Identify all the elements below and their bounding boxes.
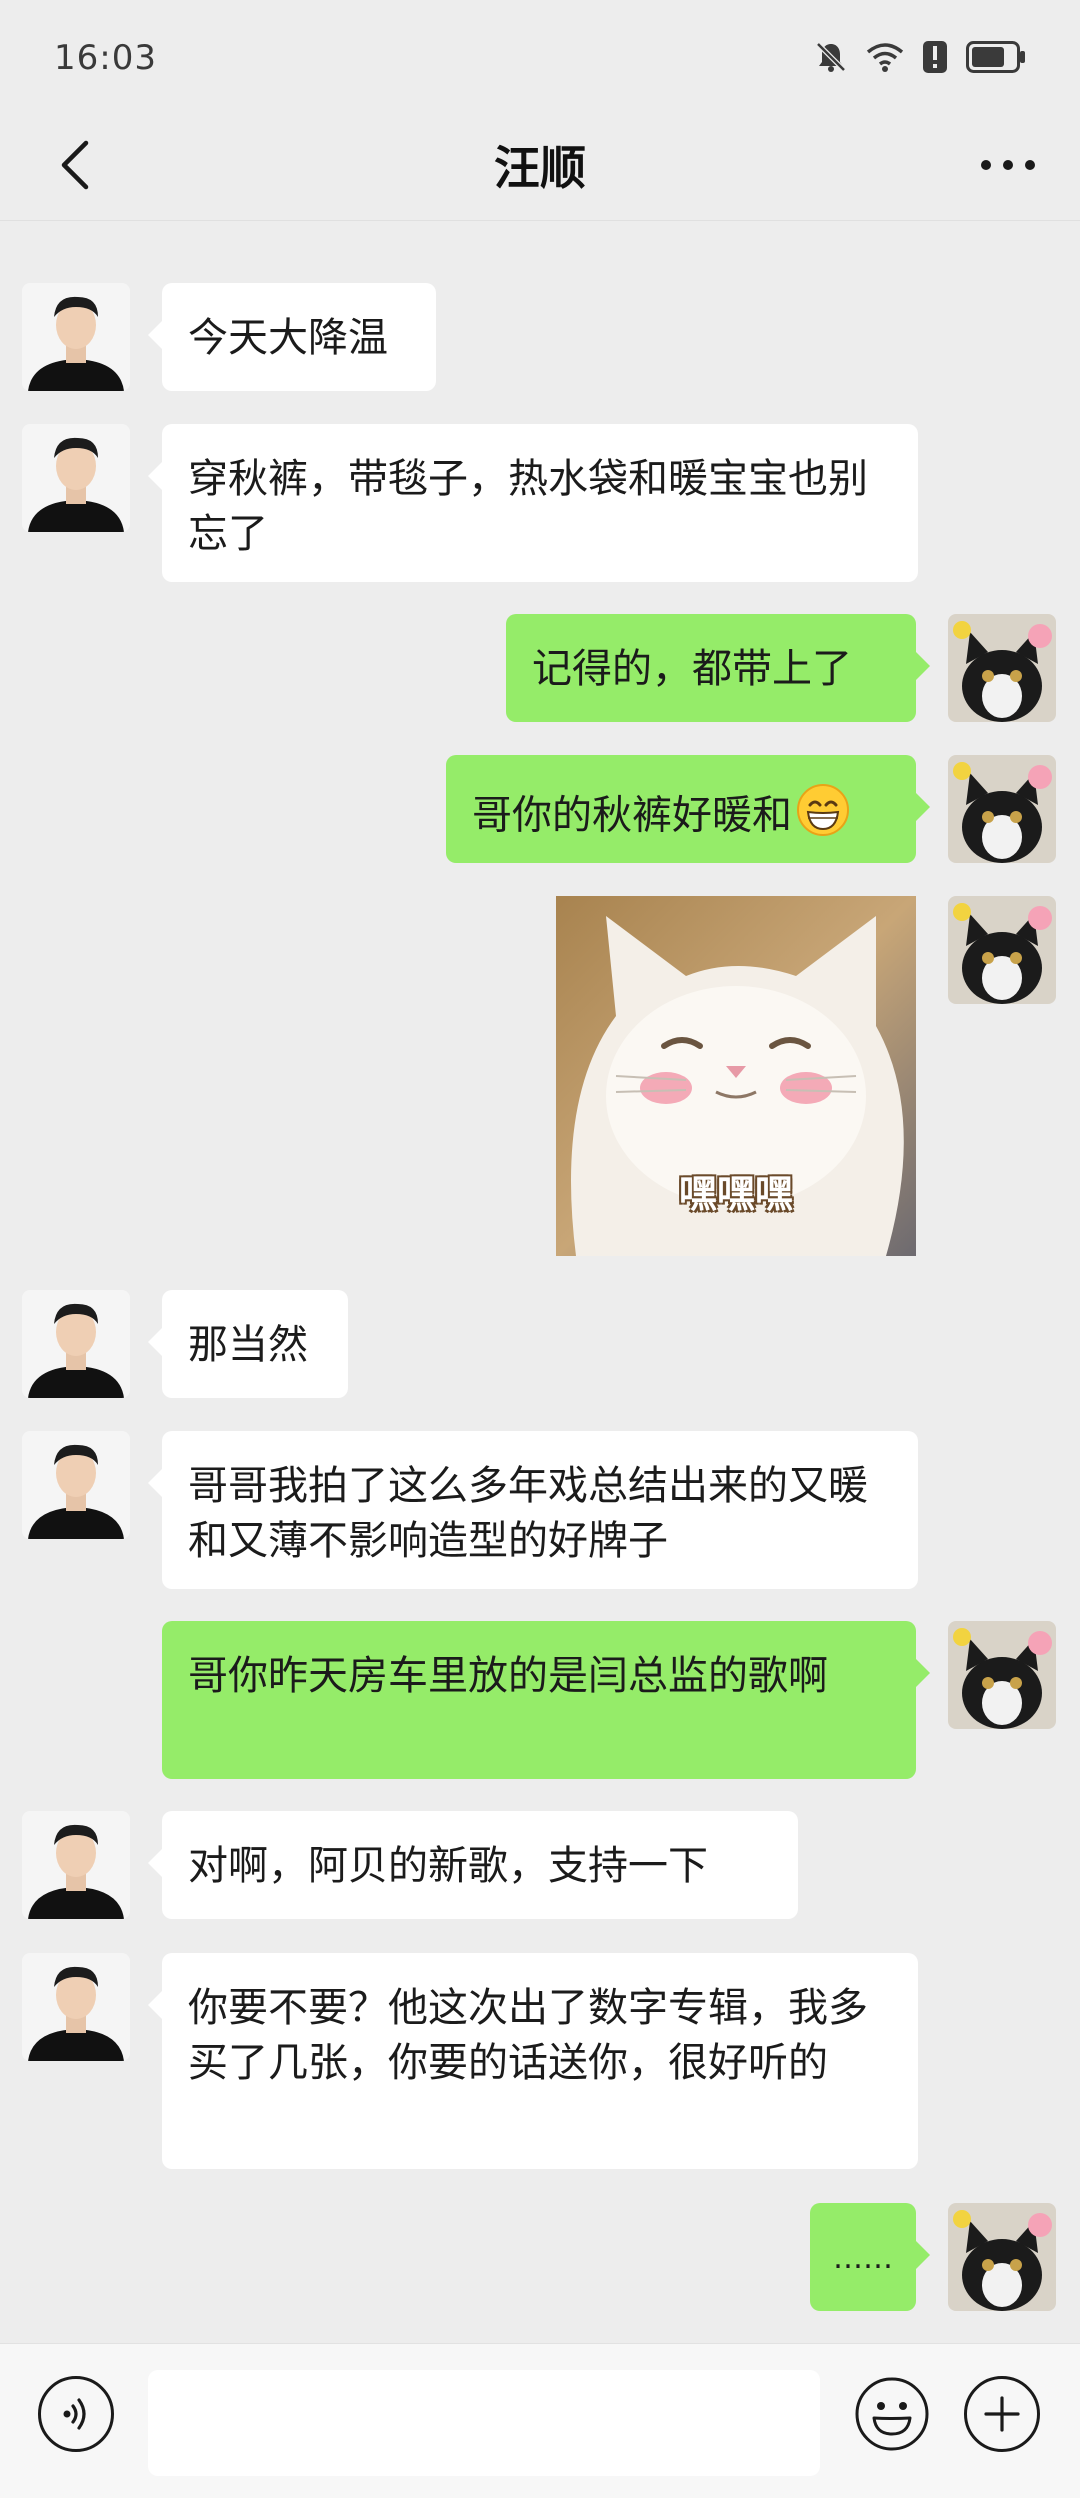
chat-header: 汪顺 [0, 110, 1080, 221]
message-list[interactable]: 今天大降温 穿秋裤，带毯子，热水袋和暖宝宝也别忘了 记得的，都带上了 哥你的秋裤… [0, 221, 1080, 2341]
friend-avatar[interactable] [22, 1811, 130, 1919]
more-dots-icon [981, 160, 1035, 170]
friend-avatar[interactable] [22, 1290, 130, 1398]
self-avatar[interactable] [948, 614, 1056, 722]
sticker-caption: 嘿嘿嘿 [678, 1172, 793, 1216]
message-input[interactable] [148, 2370, 820, 2476]
message-bubble[interactable]: 穿秋裤，带毯子，热水袋和暖宝宝也别忘了 [148, 424, 918, 582]
grinning-face-emoji [796, 783, 850, 852]
more-button[interactable] [968, 130, 1048, 200]
message-bubble[interactable]: 记得的，都带上了 [506, 614, 930, 722]
message-bubble[interactable]: 今天大降温 [148, 283, 436, 391]
message-bubble[interactable]: 对啊，阿贝的新歌，支持一下 [148, 1811, 798, 1919]
status-time: 16:03 [54, 38, 157, 78]
self-avatar[interactable] [948, 896, 1056, 1004]
message-bubble[interactable]: 哥你的秋裤好暖和 [446, 755, 930, 863]
self-avatar[interactable] [948, 2203, 1056, 2311]
status-icons [814, 40, 1026, 74]
wifi-icon [866, 41, 904, 73]
input-bar [0, 2343, 1080, 2498]
voice-icon [63, 2398, 86, 2430]
sticker-message[interactable]: 嘿嘿嘿 [556, 896, 916, 1256]
message-bubble[interactable]: …… [810, 2203, 930, 2311]
status-bar: 16:03 [0, 0, 1080, 110]
more-functions-button[interactable] [964, 2376, 1040, 2452]
alert-icon [922, 40, 948, 74]
message-bubble[interactable]: 哥哥我拍了这么多年戏总结出来的又暖和又薄不影响造型的好牌子 [148, 1431, 918, 1589]
plus-icon [984, 2396, 1020, 2432]
message-bubble[interactable]: 那当然 [148, 1290, 348, 1398]
friend-avatar[interactable] [22, 424, 130, 532]
message-text: 哥你的秋裤好暖和 [472, 792, 792, 839]
message-bubble[interactable]: 你要不要？他这次出了数字专辑，我多买了几张，你要的话送你，很好听的 [148, 1953, 918, 2169]
chat-title: 汪顺 [494, 141, 586, 195]
message-bubble[interactable]: 哥你昨天房车里放的是闫总监的歌啊 [162, 1621, 930, 1779]
self-avatar[interactable] [948, 755, 1056, 863]
friend-avatar[interactable] [22, 1953, 130, 2061]
friend-avatar[interactable] [22, 1431, 130, 1539]
voice-button[interactable] [38, 2376, 114, 2452]
chat-screen: 16:03 汪顺 今天大降温 穿秋裤，带毯子，热水袋和暖宝宝也别忘了 记得的，都… [0, 0, 1080, 2498]
emoji-button[interactable] [854, 2376, 930, 2452]
self-avatar[interactable] [948, 1621, 1056, 1729]
smiley-icon [855, 2377, 929, 2451]
battery-icon [966, 41, 1026, 73]
bell-off-icon [814, 40, 848, 74]
friend-avatar[interactable] [22, 283, 130, 391]
